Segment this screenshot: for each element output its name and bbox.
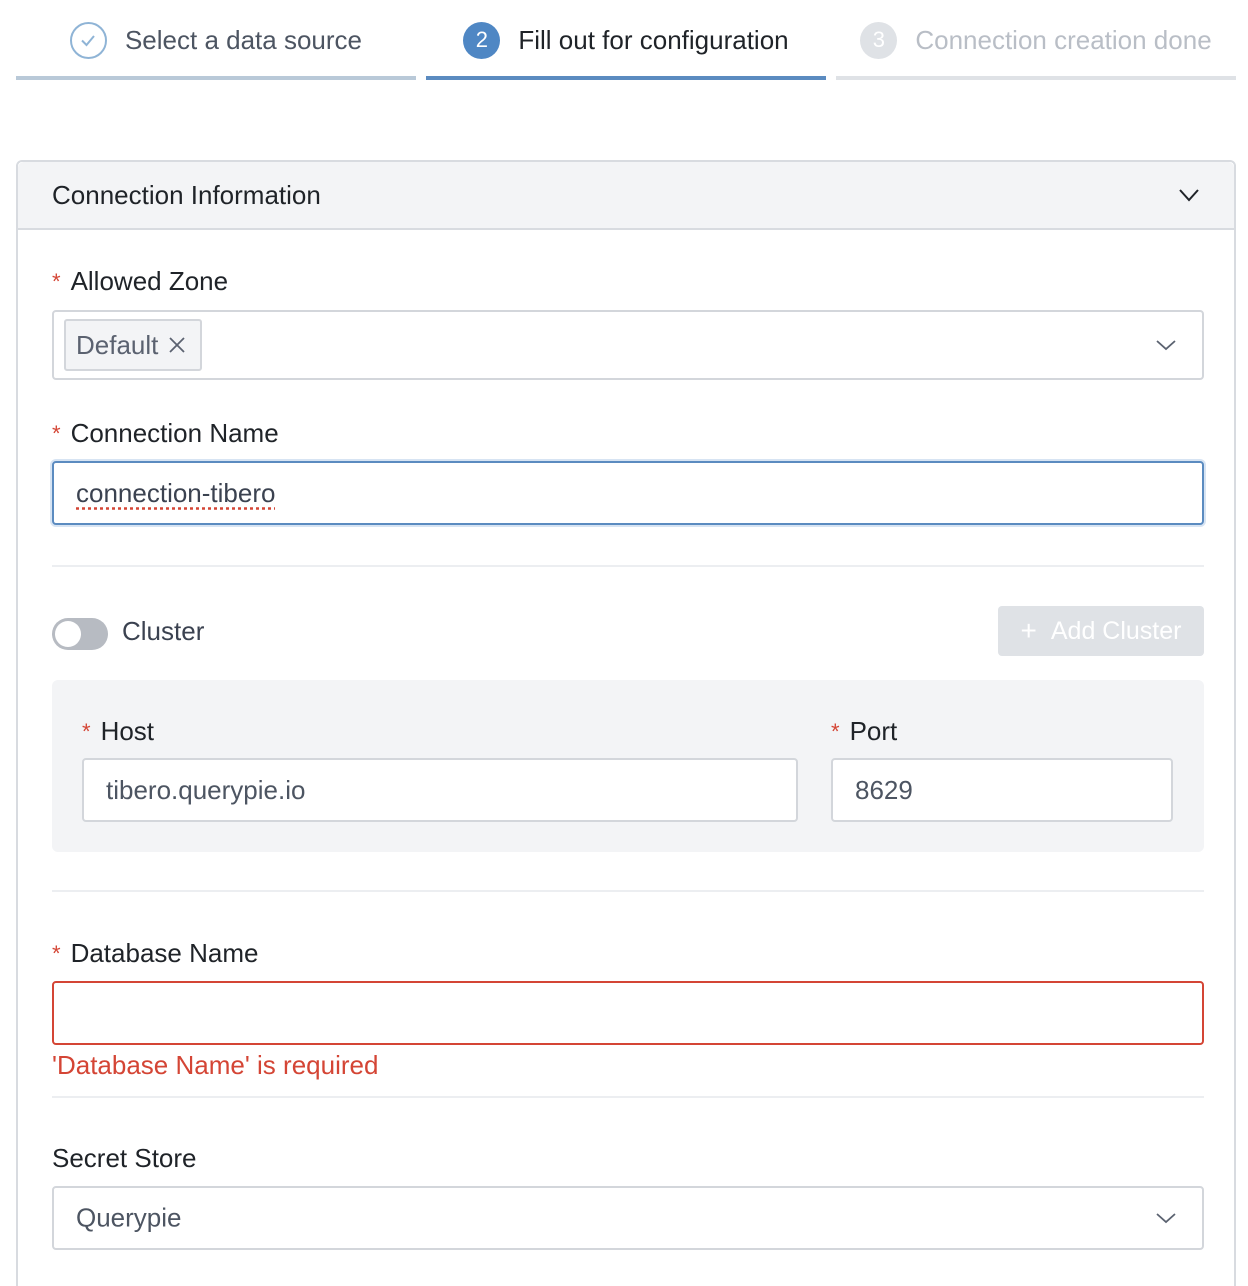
cluster-label: Cluster bbox=[122, 616, 204, 647]
allowed-zone-label: * Allowed Zone bbox=[52, 266, 228, 297]
required-mark: * bbox=[52, 421, 61, 447]
panel-title: Connection Information bbox=[52, 180, 321, 211]
secret-store-label-text: Secret Store bbox=[52, 1143, 197, 1174]
divider bbox=[52, 1096, 1204, 1098]
step-label: Select a data source bbox=[125, 25, 362, 56]
allowed-zone-label-text: Allowed Zone bbox=[71, 266, 229, 297]
close-icon[interactable] bbox=[168, 336, 186, 354]
host-port-group: * Host tibero.querypie.io * Port 8629 bbox=[52, 680, 1204, 852]
step-progress-bar bbox=[836, 76, 1236, 80]
step-number: 2 bbox=[463, 22, 500, 59]
connection-name-value: connection-tibero bbox=[76, 478, 275, 509]
secret-store-select[interactable]: Querypie bbox=[52, 1186, 1204, 1250]
step-select-data-source[interactable]: Select a data source bbox=[16, 0, 416, 80]
required-mark: * bbox=[52, 941, 61, 967]
database-name-error: 'Database Name' is required bbox=[52, 1050, 378, 1081]
required-mark: * bbox=[831, 719, 840, 745]
port-label-text: Port bbox=[850, 716, 898, 747]
check-icon bbox=[70, 22, 107, 59]
database-name-label: * Database Name bbox=[52, 938, 258, 969]
required-mark: * bbox=[52, 269, 61, 295]
host-input[interactable]: tibero.querypie.io bbox=[82, 758, 798, 822]
divider bbox=[52, 565, 1204, 567]
step-connection-creation-done: 3 Connection creation done bbox=[836, 0, 1236, 80]
divider bbox=[52, 890, 1204, 892]
stepper: Select a data source 2 Fill out for conf… bbox=[16, 0, 1236, 80]
connection-name-input[interactable]: connection-tibero bbox=[52, 461, 1204, 525]
add-cluster-button[interactable]: + Add Cluster bbox=[998, 606, 1204, 656]
plus-icon: + bbox=[1021, 617, 1037, 645]
step-fill-out-configuration[interactable]: 2 Fill out for configuration bbox=[426, 0, 826, 80]
connection-name-label: * Connection Name bbox=[52, 418, 279, 449]
zone-tag-label: Default bbox=[76, 330, 158, 361]
zone-tag: Default bbox=[64, 319, 202, 371]
host-label: * Host bbox=[82, 716, 154, 747]
chevron-down-icon bbox=[1154, 1206, 1178, 1230]
chevron-down-icon bbox=[1154, 333, 1178, 357]
host-label-text: Host bbox=[101, 716, 154, 747]
required-mark: * bbox=[82, 719, 91, 745]
step-label: Fill out for configuration bbox=[518, 25, 788, 56]
step-number: 3 bbox=[860, 22, 897, 59]
database-name-label-text: Database Name bbox=[71, 938, 259, 969]
chevron-down-icon[interactable] bbox=[1176, 182, 1202, 208]
secret-store-value: Querypie bbox=[76, 1203, 182, 1234]
step-progress-bar bbox=[16, 76, 416, 80]
add-cluster-label: Add Cluster bbox=[1051, 617, 1182, 646]
secret-store-label: Secret Store bbox=[52, 1143, 197, 1174]
port-input[interactable]: 8629 bbox=[831, 758, 1173, 822]
step-progress-bar bbox=[426, 76, 826, 80]
step-label: Connection creation done bbox=[915, 25, 1211, 56]
panel-header[interactable]: Connection Information bbox=[18, 162, 1234, 230]
database-name-input[interactable] bbox=[52, 981, 1204, 1045]
cluster-toggle[interactable] bbox=[52, 618, 108, 650]
connection-name-label-text: Connection Name bbox=[71, 418, 279, 449]
allowed-zone-select[interactable]: Default bbox=[52, 310, 1204, 380]
port-value: 8629 bbox=[855, 775, 913, 806]
toggle-knob bbox=[55, 621, 81, 647]
connection-information-panel: Connection Information * Allowed Zone De… bbox=[16, 160, 1236, 1286]
port-label: * Port bbox=[831, 716, 897, 747]
host-value: tibero.querypie.io bbox=[106, 775, 305, 806]
